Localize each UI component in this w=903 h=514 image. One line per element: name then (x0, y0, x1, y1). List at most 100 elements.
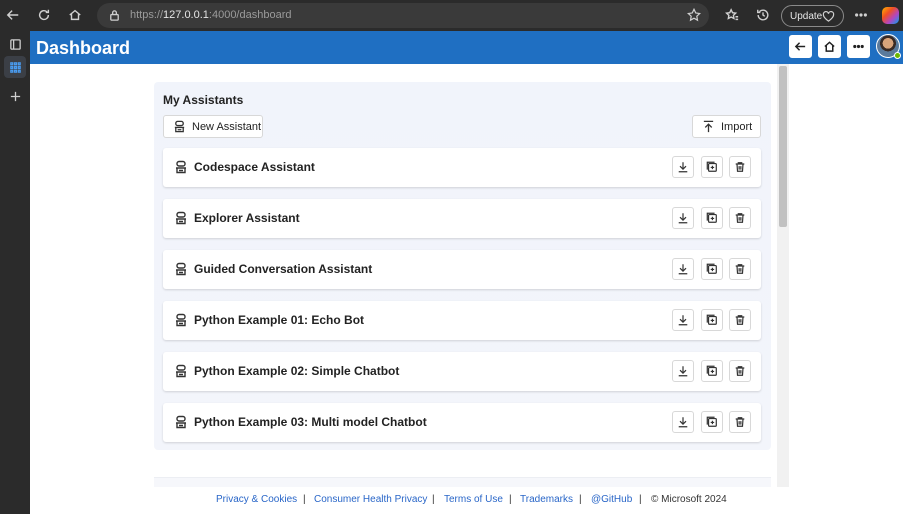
footer-separator: | (303, 494, 306, 505)
download-icon (677, 314, 689, 326)
trash-icon (734, 212, 746, 224)
download-icon (677, 161, 689, 173)
duplicate-button[interactable] (701, 207, 723, 229)
bot-icon (174, 364, 188, 378)
trash-icon (734, 314, 746, 326)
assistant-row[interactable]: Python Example 02: Simple Chatbot (163, 352, 761, 391)
footer-separator: | (639, 494, 642, 505)
delete-button[interactable] (729, 207, 751, 229)
export-button[interactable] (672, 258, 694, 280)
export-button[interactable] (672, 207, 694, 229)
duplicate-icon (706, 416, 718, 428)
duplicate-button[interactable] (701, 309, 723, 331)
assistant-row[interactable]: Explorer Assistant (163, 199, 761, 238)
update-button[interactable]: Update (781, 5, 844, 27)
delete-button[interactable] (729, 156, 751, 178)
duplicate-button[interactable] (701, 156, 723, 178)
export-button[interactable] (672, 156, 694, 178)
bot-icon (174, 120, 185, 133)
footer: Privacy & Cookies | Consumer Health Priv… (30, 487, 903, 514)
bot-icon (174, 262, 188, 276)
trash-icon (734, 161, 746, 173)
duplicate-icon (706, 212, 718, 224)
duplicate-icon (706, 161, 718, 173)
address-bar[interactable]: https://127.0.0.1:4000/dashboard (97, 3, 709, 28)
assistant-name[interactable]: Python Example 02: Simple Chatbot (194, 364, 399, 378)
footer-link-trademarks[interactable]: Trademarks (520, 494, 573, 505)
duplicate-button[interactable] (701, 411, 723, 433)
copilot-icon[interactable] (882, 7, 899, 24)
footer-separator: | (432, 494, 435, 505)
back-arrow-icon[interactable] (2, 4, 24, 26)
home-button[interactable] (818, 35, 841, 58)
assistant-name[interactable]: Python Example 03: Multi model Chatbot (194, 415, 427, 429)
bot-icon (174, 160, 188, 174)
apps-grid-icon[interactable] (4, 56, 26, 78)
bot-icon (174, 415, 188, 429)
home-icon (824, 41, 835, 52)
download-icon (677, 212, 689, 224)
footer-link-github[interactable]: @GitHub (591, 494, 632, 505)
bot-icon (174, 313, 188, 327)
update-label: Update (790, 10, 823, 22)
assistant-row[interactable]: Python Example 01: Echo Bot (163, 301, 761, 340)
trash-icon (734, 416, 746, 428)
delete-button[interactable] (729, 258, 751, 280)
home-icon[interactable] (64, 4, 86, 26)
browser-sidebar (0, 31, 30, 514)
tab-actions-icon[interactable] (4, 33, 26, 55)
presence-status-icon (894, 52, 901, 59)
duplicate-icon (706, 365, 718, 377)
favorite-star-icon[interactable] (686, 7, 702, 22)
delete-button[interactable] (729, 411, 751, 433)
delete-button[interactable] (729, 360, 751, 382)
delete-button[interactable] (729, 309, 751, 331)
add-plus-icon[interactable] (4, 85, 26, 107)
ellipsis-icon (853, 44, 864, 49)
assistant-row[interactable]: Python Example 03: Multi model Chatbot (163, 403, 761, 442)
history-icon[interactable] (752, 4, 774, 26)
scrollbar-thumb[interactable] (779, 66, 787, 227)
import-button[interactable]: Import (692, 115, 761, 138)
assistant-name[interactable]: Explorer Assistant (194, 211, 300, 225)
footer-separator: | (579, 494, 582, 505)
url-text: https://127.0.0.1:4000/dashboard (130, 9, 292, 21)
footer-separator: | (509, 494, 512, 505)
duplicate-button[interactable] (701, 360, 723, 382)
footer-link-terms[interactable]: Terms of Use (444, 494, 503, 505)
footer-link-consumer-health[interactable]: Consumer Health Privacy (314, 494, 427, 505)
section-title: My Assistants (163, 93, 244, 107)
lock-icon (108, 9, 121, 22)
more-options-icon[interactable] (850, 4, 872, 26)
trash-icon (734, 263, 746, 275)
trash-icon (734, 365, 746, 377)
app-window: Dashboard My Assistants New Assistant Im… (30, 31, 903, 514)
export-button[interactable] (672, 309, 694, 331)
assistant-name[interactable]: Guided Conversation Assistant (194, 262, 372, 276)
copyright-text: © Microsoft 2024 (651, 494, 727, 505)
favorites-icon[interactable] (721, 4, 743, 26)
duplicate-icon (706, 314, 718, 326)
refresh-icon[interactable] (33, 4, 55, 26)
duplicate-button[interactable] (701, 258, 723, 280)
new-assistant-label: New Assistant (192, 120, 262, 133)
duplicate-icon (706, 263, 718, 275)
assistant-row[interactable]: Codespace Assistant (163, 148, 761, 187)
assistant-name[interactable]: Codespace Assistant (194, 160, 315, 174)
bot-icon (174, 211, 188, 225)
back-button[interactable] (789, 35, 812, 58)
download-icon (677, 263, 689, 275)
app-header: Dashboard (30, 31, 903, 64)
download-icon (677, 365, 689, 377)
footer-link-privacy[interactable]: Privacy & Cookies (216, 494, 297, 505)
browser-toolbar: https://127.0.0.1:4000/dashboard Update (0, 0, 903, 31)
export-button[interactable] (672, 360, 694, 382)
assistant-row[interactable]: Guided Conversation Assistant (163, 250, 761, 289)
assistant-name[interactable]: Python Example 01: Echo Bot (194, 313, 364, 327)
export-button[interactable] (672, 411, 694, 433)
more-button[interactable] (847, 35, 870, 58)
upload-icon (703, 120, 714, 133)
heart-pulse-icon (822, 10, 835, 23)
arrow-left-icon (794, 42, 806, 51)
new-assistant-button[interactable]: New Assistant (163, 115, 263, 138)
